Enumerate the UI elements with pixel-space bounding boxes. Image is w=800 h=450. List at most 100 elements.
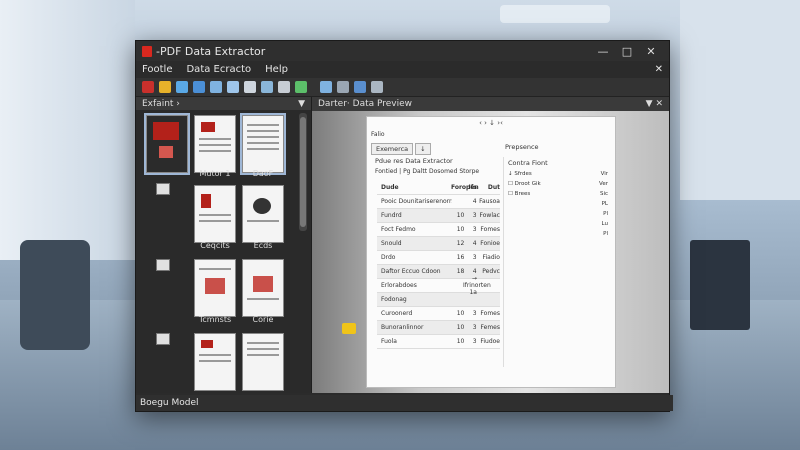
doc-tab-1[interactable]: Exemerca: [371, 143, 414, 155]
table-cell: Fomes: [480, 226, 500, 233]
thumbnail-2[interactable]: [194, 115, 236, 173]
menu-bar: Footle Data Ecracto Help ✕: [136, 61, 669, 78]
property-row[interactable]: ☐ Brees Sic: [504, 189, 612, 199]
table-row[interactable]: Bunoranlinnor 10 3 Femes: [377, 321, 500, 335]
document-toolbar[interactable]: ‹ › ↓ ›‹: [367, 117, 615, 129]
menu-file[interactable]: Footle: [142, 64, 172, 75]
thumbnail-8[interactable]: [194, 333, 236, 391]
table-cell: 4: [472, 268, 477, 275]
table-icon[interactable]: [261, 81, 273, 93]
search-icon[interactable]: [227, 81, 239, 93]
preview-tab[interactable]: Darter· Data Preview: [318, 99, 412, 109]
table-cell: Snould: [381, 240, 402, 247]
table-cell: Fausoa: [479, 198, 500, 205]
property-row[interactable]: ↓ Sfrdes Vir: [504, 169, 612, 179]
mini-thumb-3[interactable]: [156, 333, 170, 345]
toolbar: [136, 78, 669, 97]
zoom-icon[interactable]: [320, 81, 332, 93]
thumbnail-6-label: Tcmnsts: [198, 315, 232, 324]
panel-menu-icon[interactable]: ▼: [298, 99, 305, 109]
layers-icon[interactable]: [371, 81, 383, 93]
doc-title: Falio: [371, 131, 385, 138]
table-row[interactable]: Fodonag: [377, 293, 500, 307]
table-cell: Erlorabdoes: [381, 282, 417, 289]
grid-icon[interactable]: [176, 81, 188, 93]
menu-help[interactable]: Help: [265, 64, 288, 75]
table-cell: Pedvc: [482, 268, 500, 275]
doc-tab-2[interactable]: ↓: [415, 143, 431, 155]
table-cell: 3: [472, 338, 477, 345]
table-row[interactable]: Fundrd 10 3 Fowlac: [377, 209, 500, 223]
col-header-1: Dude: [381, 184, 399, 191]
thumbnail-panel-title: Exfaint ›: [142, 98, 180, 109]
doc-subheader: Fontied | Pg Daltt Dosomed Storpe: [375, 168, 480, 175]
pdf-tool-icon[interactable]: [142, 81, 154, 93]
mini-thumb-2[interactable]: [156, 259, 170, 271]
thumbnail-scrollbar[interactable]: [299, 113, 307, 231]
col-header-2: Foropen: [451, 184, 479, 191]
table-cell: 3: [472, 212, 477, 219]
settings-icon[interactable]: [337, 81, 349, 93]
table-row[interactable]: Foct Fedmo 10 3 Fomes: [377, 223, 500, 237]
share-icon[interactable]: [354, 81, 366, 93]
table-cell: 4: [472, 198, 477, 205]
thumbnail-6[interactable]: [194, 259, 236, 317]
folder-icon[interactable]: [159, 81, 171, 93]
table-cell: Drdo: [381, 254, 396, 261]
thumbnail-2-label: Mutor 1: [199, 169, 231, 178]
property-value: Vir: [600, 171, 608, 177]
thumbnail-panel: Exfaint › ▼ Mutor 1 DaoF Ceqcits Ecds Tc…: [136, 97, 312, 393]
table-cell: 16: [456, 254, 465, 261]
table-row[interactable]: Drdo 16 3 Fiadio: [377, 251, 500, 265]
table-cell: 12: [456, 240, 465, 247]
thumbnail-3[interactable]: [240, 113, 286, 175]
extract-icon[interactable]: [193, 81, 205, 93]
table-cell: Fomes: [480, 310, 500, 317]
side-section: Contra Fiont: [508, 159, 548, 167]
title-bar: -PDF Data Extractor — □ ✕: [136, 41, 669, 61]
office-chair: [20, 240, 90, 350]
table-row[interactable]: Pooic Dounitariserenorrst 4 Fausoa: [377, 195, 500, 209]
table-cell: 10: [456, 212, 465, 219]
table-cell: Curoonerd: [381, 310, 413, 317]
property-row[interactable]: ☐ Droot Gik Ver: [504, 179, 612, 189]
property-row[interactable]: Pl: [504, 229, 612, 239]
table-row[interactable]: Fuola 10 3 Fiudoe: [377, 335, 500, 349]
status-text: Boegu Model: [140, 398, 199, 408]
pin-icon[interactable]: [210, 81, 222, 93]
menu-data[interactable]: Data Ecracto: [186, 64, 251, 75]
table-row[interactable]: Curoonerd 10 3 Fomes: [377, 307, 500, 321]
thumbnail-3-label: DaoF: [252, 169, 274, 178]
menu-close-icon[interactable]: ✕: [655, 64, 663, 75]
mini-thumb-1[interactable]: [156, 183, 170, 195]
doc-tabs: Exemerca ↓: [371, 143, 433, 155]
document-icon[interactable]: [244, 81, 256, 93]
maximize-button[interactable]: □: [615, 45, 639, 58]
app-window: -PDF Data Extractor — □ ✕ Footle Data Ec…: [135, 40, 673, 412]
property-row[interactable]: Pl: [504, 209, 612, 219]
background-monitor: [690, 240, 750, 330]
preview-menu-icon[interactable]: ▼ ✕: [646, 99, 663, 109]
property-row[interactable]: PL: [504, 199, 612, 209]
table-cell: Fodonag: [381, 296, 407, 303]
thumbnail-5[interactable]: [242, 185, 284, 243]
thumbnail-7[interactable]: [242, 259, 284, 317]
sticky-note-icon[interactable]: [342, 323, 356, 334]
close-button[interactable]: ✕: [639, 45, 663, 58]
property-row[interactable]: Lu: [504, 219, 612, 229]
thumbnail-5-label: Ecds: [253, 241, 273, 250]
thumbnail-1[interactable]: [144, 113, 190, 175]
table-row[interactable]: Daftor Eccuo Cdoon 18 4 Pedvc: [377, 265, 500, 279]
property-value: Pl: [603, 231, 608, 237]
table-row[interactable]: Erlorabdoes → Ifrinorten 1a: [377, 275, 500, 296]
export-icon[interactable]: [295, 81, 307, 93]
tools-icon[interactable]: [278, 81, 290, 93]
minimize-button[interactable]: —: [591, 45, 615, 58]
table-cell: 4: [472, 240, 477, 247]
thumbnail-4[interactable]: [194, 185, 236, 243]
table-cell: Fowlac: [479, 212, 500, 219]
table-row[interactable]: Snould 12 4 Fonioe: [377, 237, 500, 251]
thumbnail-9[interactable]: [242, 333, 284, 391]
property-value: Sic: [599, 191, 608, 197]
status-bar: Boegu Model: [136, 395, 673, 411]
